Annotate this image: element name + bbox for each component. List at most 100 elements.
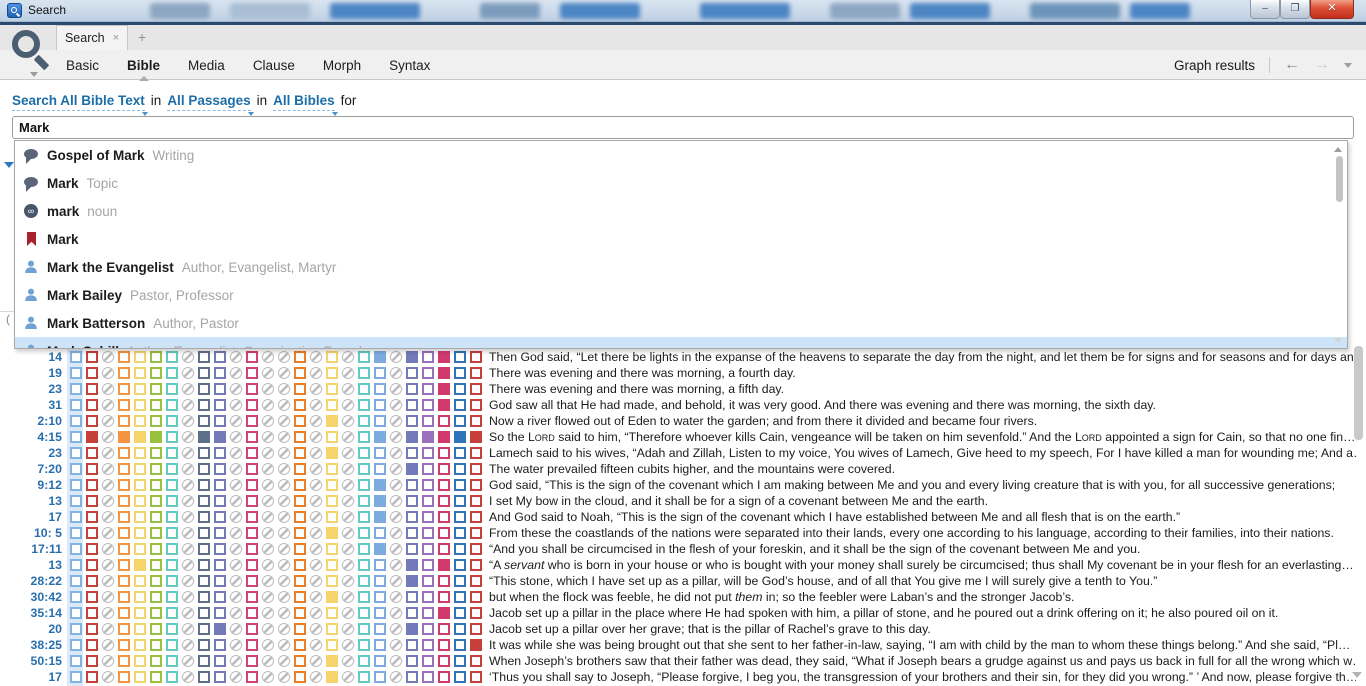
- resource-cell[interactable]: [326, 351, 338, 363]
- resource-cell[interactable]: [150, 607, 162, 619]
- resource-cell[interactable]: [198, 479, 210, 491]
- resource-cell[interactable]: [422, 463, 434, 475]
- resource-cell[interactable]: [438, 607, 450, 619]
- resource-cell[interactable]: [246, 511, 258, 523]
- resource-cell[interactable]: [326, 527, 338, 539]
- resource-cell[interactable]: [406, 607, 418, 619]
- resource-cell[interactable]: [198, 351, 210, 363]
- resource-cell[interactable]: [374, 367, 386, 379]
- resource-cell[interactable]: [454, 415, 466, 427]
- resource-cell[interactable]: [422, 399, 434, 411]
- resource-cell[interactable]: [70, 671, 82, 683]
- resource-cell[interactable]: [326, 655, 338, 667]
- resource-cell[interactable]: [150, 495, 162, 507]
- resource-cell[interactable]: [294, 543, 306, 555]
- resource-cell[interactable]: [166, 399, 178, 411]
- verse-reference[interactable]: 10: 5: [4, 526, 62, 540]
- chevron-down-icon[interactable]: [30, 72, 38, 77]
- resource-cell[interactable]: [134, 367, 146, 379]
- resource-cell[interactable]: [326, 479, 338, 491]
- resource-cell[interactable]: [198, 639, 210, 651]
- resource-cell[interactable]: [326, 511, 338, 523]
- resource-cell[interactable]: [134, 607, 146, 619]
- resource-cell[interactable]: [470, 495, 482, 507]
- resource-cell[interactable]: [246, 655, 258, 667]
- resource-cell[interactable]: [166, 591, 178, 603]
- resource-cell[interactable]: [294, 623, 306, 635]
- resource-cell[interactable]: [150, 591, 162, 603]
- resource-cell[interactable]: [214, 655, 226, 667]
- resource-cell[interactable]: [406, 591, 418, 603]
- resource-cell[interactable]: [118, 383, 130, 395]
- resource-cell[interactable]: [150, 367, 162, 379]
- resource-cell[interactable]: [454, 447, 466, 459]
- panel-search-icon[interactable]: [10, 28, 56, 80]
- resource-cell[interactable]: [70, 543, 82, 555]
- main-scrollbar-thumb[interactable]: [1354, 346, 1363, 440]
- resource-cell[interactable]: [422, 575, 434, 587]
- resource-cell[interactable]: [438, 671, 450, 683]
- resource-cell[interactable]: [294, 495, 306, 507]
- result-row[interactable]: 4:15 So the Lord said to him, “Therefore …: [0, 429, 1356, 445]
- resource-cell[interactable]: [198, 447, 210, 459]
- result-row[interactable]: 31 God saw all that He had made, and beho…: [0, 397, 1356, 413]
- resource-cell[interactable]: [294, 591, 306, 603]
- resource-cell[interactable]: [246, 383, 258, 395]
- back-arrow-icon[interactable]: ←: [1284, 56, 1300, 74]
- resource-cell[interactable]: [70, 383, 82, 395]
- resource-cell[interactable]: [438, 543, 450, 555]
- resource-cell[interactable]: [294, 479, 306, 491]
- resource-cell[interactable]: [214, 543, 226, 555]
- resource-cell[interactable]: [246, 415, 258, 427]
- resource-cell[interactable]: [358, 399, 370, 411]
- resource-cell[interactable]: [118, 431, 130, 443]
- resource-cell[interactable]: [454, 399, 466, 411]
- resource-cell[interactable]: [438, 511, 450, 523]
- resource-cell[interactable]: [326, 495, 338, 507]
- resource-cell[interactable]: [150, 639, 162, 651]
- resource-cell[interactable]: [470, 655, 482, 667]
- result-row[interactable]: 10: 5 From these the coastlands of the na…: [0, 525, 1356, 541]
- scroll-up-icon[interactable]: [1334, 147, 1342, 152]
- resource-cell[interactable]: [118, 495, 130, 507]
- resource-cell[interactable]: [470, 591, 482, 603]
- resource-cell[interactable]: [246, 351, 258, 363]
- resource-cell[interactable]: [294, 511, 306, 523]
- resource-cell[interactable]: [374, 591, 386, 603]
- resource-cell[interactable]: [198, 367, 210, 379]
- resource-cell[interactable]: [118, 607, 130, 619]
- resource-cell[interactable]: [422, 559, 434, 571]
- resource-cell[interactable]: [198, 527, 210, 539]
- resource-cell[interactable]: [438, 431, 450, 443]
- param-link-all-passages[interactable]: All Passages: [167, 93, 254, 116]
- resource-cell[interactable]: [326, 623, 338, 635]
- verse-reference[interactable]: 13: [4, 494, 62, 508]
- resource-cell[interactable]: [86, 623, 98, 635]
- resource-cell[interactable]: [198, 591, 210, 603]
- resource-cell[interactable]: [454, 431, 466, 443]
- resource-cell[interactable]: [454, 623, 466, 635]
- resource-cell[interactable]: [294, 559, 306, 571]
- resource-cell[interactable]: [214, 463, 226, 475]
- result-row[interactable]: 23 Lamech said to his wives, “Adah and Zi…: [0, 445, 1356, 461]
- resource-cell[interactable]: [470, 527, 482, 539]
- resource-cell[interactable]: [198, 495, 210, 507]
- resource-cell[interactable]: [70, 655, 82, 667]
- resource-cell[interactable]: [198, 655, 210, 667]
- resource-cell[interactable]: [134, 655, 146, 667]
- resource-cell[interactable]: [326, 367, 338, 379]
- resource-cell[interactable]: [454, 511, 466, 523]
- resource-cell[interactable]: [118, 559, 130, 571]
- suggestion-item[interactable]: mark noun: [15, 197, 1347, 225]
- resource-cell[interactable]: [374, 399, 386, 411]
- resource-cell[interactable]: [438, 367, 450, 379]
- resource-cell[interactable]: [166, 463, 178, 475]
- resource-cell[interactable]: [358, 431, 370, 443]
- resource-cell[interactable]: [118, 399, 130, 411]
- resource-cell[interactable]: [118, 623, 130, 635]
- resource-cell[interactable]: [358, 415, 370, 427]
- resource-cell[interactable]: [134, 495, 146, 507]
- resource-cell[interactable]: [134, 399, 146, 411]
- resource-cell[interactable]: [134, 527, 146, 539]
- resource-cell[interactable]: [246, 495, 258, 507]
